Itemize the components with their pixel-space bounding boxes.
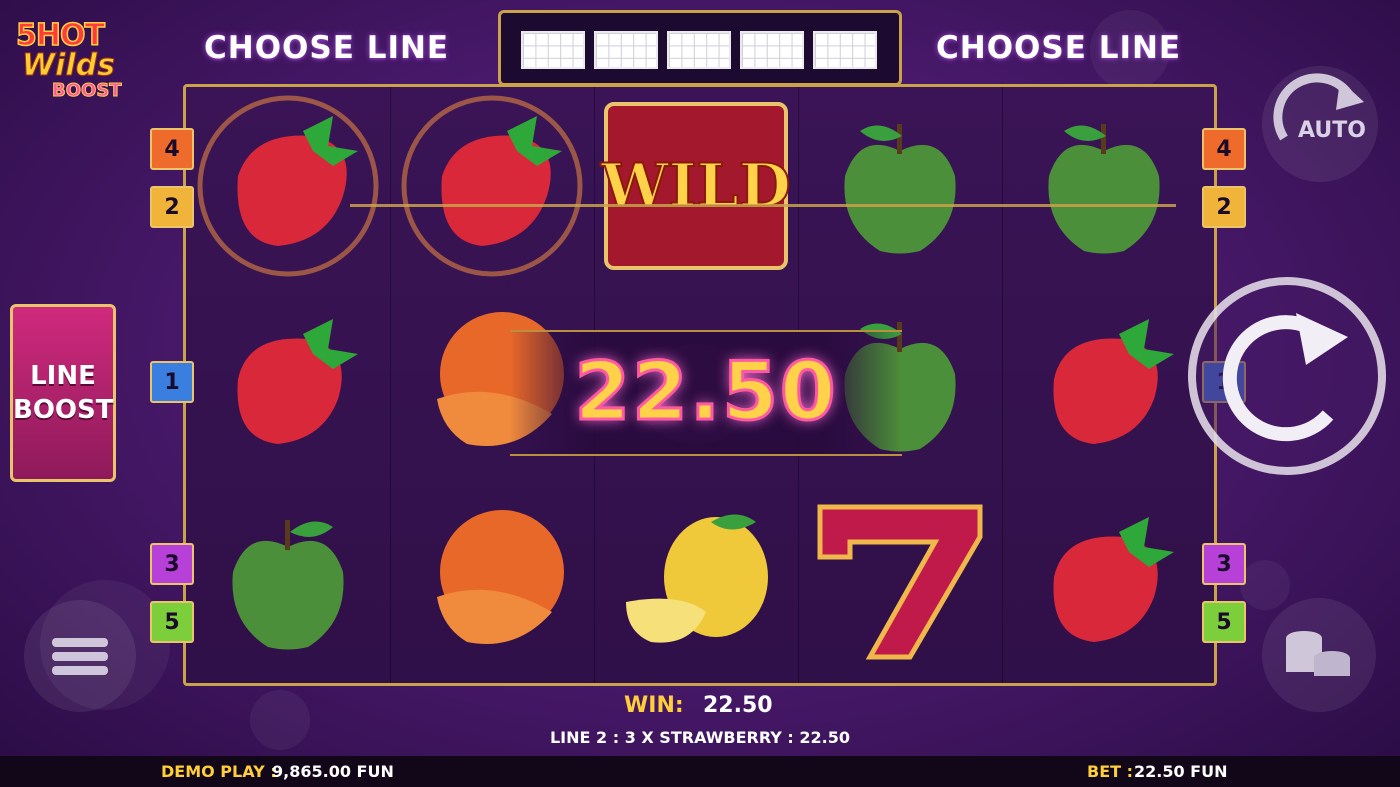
- line-3-icon[interactable]: [667, 31, 731, 69]
- apple-symbol: [1002, 87, 1206, 285]
- spin-arrow-icon: [1222, 313, 1348, 442]
- win-overlay-amount: 22.50: [573, 344, 838, 440]
- strawberry-symbol: [186, 285, 390, 483]
- strawberry-symbol: [390, 87, 594, 285]
- line-4-icon[interactable]: [740, 31, 804, 69]
- bet-label: BET :: [1087, 762, 1134, 781]
- payline-badge-right[interactable]: 3: [1202, 543, 1246, 585]
- line-boost-label-1: LINE: [30, 361, 96, 391]
- wild-symbol: WILD: [594, 87, 798, 285]
- logo-line-3: BOOST: [52, 80, 123, 102]
- hamburger-icon: [52, 638, 108, 675]
- bet-value: 22.50 FUN: [1134, 762, 1228, 781]
- reel-5: [1002, 87, 1206, 683]
- win-label: WIN:: [624, 693, 684, 718]
- auto-label: AUTO: [1298, 118, 1366, 143]
- seven-symbol: [798, 483, 1002, 681]
- payline-badge-right[interactable]: 2: [1202, 186, 1246, 228]
- line-1-icon[interactable]: [521, 31, 585, 69]
- demo-play-label: DEMO PLAY :: [161, 762, 277, 781]
- lemon-symbol: [594, 483, 798, 681]
- payline-badge-left[interactable]: 1: [150, 361, 194, 403]
- win-value: 22.50: [703, 693, 773, 718]
- payline-badge-left[interactable]: 3: [150, 543, 194, 585]
- coins-icon: [1286, 631, 1350, 676]
- payline-badge-left[interactable]: 5: [150, 601, 194, 643]
- strawberry-symbol: [186, 87, 390, 285]
- line-2-icon[interactable]: [594, 31, 658, 69]
- balance-value: 9,865.00 FUN: [272, 762, 394, 781]
- winning-payline: [350, 204, 1176, 207]
- line-selector: [498, 10, 902, 86]
- reel-1: [186, 87, 391, 683]
- apple-symbol: [186, 483, 390, 681]
- line-5-icon[interactable]: [813, 31, 877, 69]
- strawberry-symbol: [1002, 483, 1206, 681]
- menu-button[interactable]: [24, 600, 136, 712]
- bet-button[interactable]: [1262, 598, 1376, 712]
- choose-line-left: CHOOSE LINE: [204, 30, 450, 66]
- choose-line-right: CHOOSE LINE: [936, 30, 1182, 66]
- payline-badge-left[interactable]: 4: [150, 128, 194, 170]
- spin-button[interactable]: [1188, 277, 1386, 475]
- game-logo: 5HOT Wilds BOOST: [12, 17, 134, 110]
- wild-label: WILD: [600, 150, 792, 222]
- payline-badge-right[interactable]: 5: [1202, 601, 1246, 643]
- payline-badge-left[interactable]: 2: [150, 186, 194, 228]
- orange-symbol: [390, 483, 594, 681]
- strawberry-symbol: [1002, 285, 1206, 483]
- line-boost-label-2: BOOST: [13, 395, 114, 425]
- line-win-text: LINE 2 : 3 X STRAWBERRY : 22.50: [549, 728, 850, 747]
- payline-badge-right[interactable]: 4: [1202, 128, 1246, 170]
- line-boost-button[interactable]: LINE BOOST: [10, 304, 116, 482]
- apple-symbol: [798, 87, 1002, 285]
- logo-line-2: Wilds: [22, 48, 116, 84]
